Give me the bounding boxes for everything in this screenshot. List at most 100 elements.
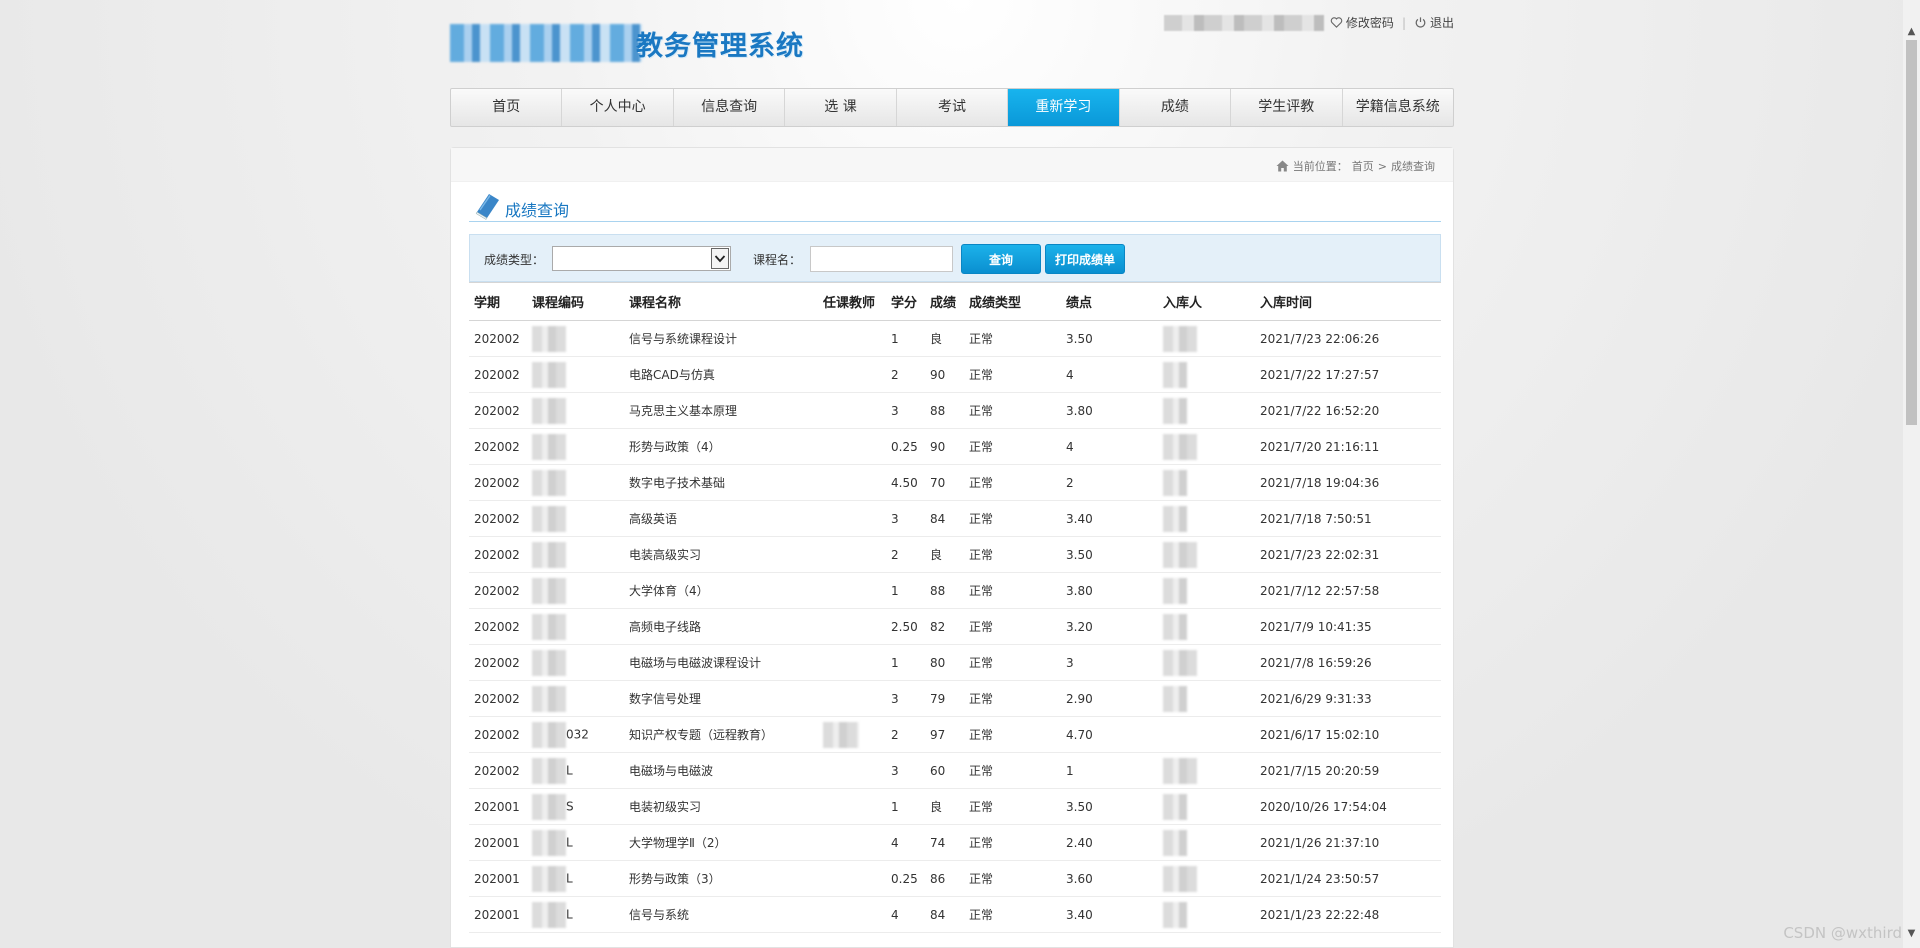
breadcrumb-current: 成绩查询: [1391, 160, 1435, 173]
cell-score: 88: [925, 572, 964, 609]
cell-course-name: 高级英语: [624, 500, 818, 537]
scroll-down-icon[interactable]: ▼: [1906, 928, 1917, 940]
cell-term: 202002: [469, 680, 527, 717]
redacted-entered-by: [1163, 325, 1197, 352]
print-transcript-button[interactable]: 打印成绩单: [1045, 244, 1125, 274]
cell-entry-time: 2021/1/26 21:37:10: [1255, 824, 1441, 861]
redacted-code: [532, 577, 566, 604]
col-gpa: 绩点: [1061, 282, 1158, 321]
course-name-input[interactable]: [810, 246, 953, 272]
change-password-link[interactable]: 修改密码: [1330, 14, 1394, 31]
cell-entry-time: 2021/1/24 23:50:57: [1255, 860, 1441, 897]
cell-course-name: 数字信号处理: [624, 680, 818, 717]
col-term: 学期: [469, 282, 527, 321]
cell-entered-by: [1158, 680, 1255, 717]
cell-score: 良: [925, 536, 964, 573]
nav-relearn[interactable]: 重新学习: [1008, 89, 1120, 126]
cell-credit: 3: [886, 752, 925, 789]
scrollbar-thumb[interactable]: [1906, 40, 1917, 425]
table-body: 202002 信号与系统课程设计 1 良正常 3.50 2021/7/23 22:06:2…: [469, 320, 1441, 933]
cell-entered-by: [1158, 572, 1255, 609]
table-row: 202002 高级英语 3 84 正常 3.40 2021/7/18 7:50:51: [469, 500, 1441, 537]
cell-course-name: 大学物理学Ⅱ（2）: [624, 824, 818, 861]
cell-course-name: 大学体育（4）: [624, 572, 818, 609]
redacted-code: [532, 505, 566, 532]
cell-course-code: [527, 680, 624, 717]
redacted-code: [532, 865, 566, 892]
cell-entry-time: 2021/7/18 19:04:36: [1255, 464, 1441, 501]
cell-term: 202002: [469, 356, 527, 393]
nav-course-selection[interactable]: 选 课: [785, 89, 897, 126]
scroll-up-icon[interactable]: ▲: [1906, 26, 1917, 38]
nav-exam[interactable]: 考试: [897, 89, 1009, 126]
cell-credit: 2: [886, 716, 925, 753]
logout-label: 退出: [1429, 16, 1454, 30]
cell-gpa: 2.40: [1061, 824, 1158, 861]
table-row: 202002 马克思主义基本原理 3 88 正常 3.80 2021/7/22 16:52:…: [469, 392, 1441, 429]
main-nav: 首页 个人中心 信息查询 选 课 考试 重新学习 成绩 学生评教 学籍信息系统: [450, 88, 1454, 127]
vertical-scrollbar[interactable]: ▲ ▼: [1903, 0, 1920, 948]
cell-teacher: [818, 392, 886, 429]
cell-entered-by: [1158, 500, 1255, 537]
cell-entry-time: 2021/7/23 22:02:31: [1255, 536, 1441, 573]
cell-score: 90: [925, 428, 964, 465]
cell-course-name: 形势与政策（3）: [624, 860, 818, 897]
cell-credit: 1: [886, 644, 925, 681]
redacted-code: [532, 361, 566, 388]
home-icon: [1276, 160, 1289, 172]
cell-teacher: [818, 608, 886, 645]
redacted-code: [532, 613, 566, 640]
col-course-code: 课程编码: [527, 282, 624, 321]
course-name-label: 课程名：: [753, 253, 802, 267]
nav-grades[interactable]: 成绩: [1120, 89, 1232, 126]
cell-course-code: [527, 428, 624, 465]
cell-course-name: 马克思主义基本原理: [624, 392, 818, 429]
cell-entered-by: [1158, 788, 1255, 825]
breadcrumb-home[interactable]: 首页: [1352, 158, 1374, 174]
logout-link[interactable]: 退出: [1414, 14, 1454, 31]
cell-gpa: 4: [1061, 356, 1158, 393]
redacted-code: [532, 685, 566, 712]
cell-score: 74: [925, 824, 964, 861]
cell-credit: 2: [886, 536, 925, 573]
cell-grade-type: 正常: [964, 464, 1061, 501]
cell-entered-by: [1158, 896, 1255, 933]
redacted-entered-by: [1163, 505, 1187, 532]
cell-course-code: [527, 392, 624, 429]
table-row: 202002 电磁场与电磁波课程设计 1 80 正常 3 2021/7/8 16:59:26: [469, 644, 1441, 681]
cell-entered-by: [1158, 536, 1255, 573]
nav-teaching-evaluation[interactable]: 学生评教: [1231, 89, 1343, 126]
nav-home[interactable]: 首页: [451, 89, 563, 126]
redacted-code: [532, 721, 566, 748]
breadcrumb: 当前位置： 首页 > 成绩查询: [1276, 158, 1435, 174]
nav-info-query[interactable]: 信息查询: [674, 89, 786, 126]
cell-gpa: 3.50: [1061, 536, 1158, 573]
redacted-code: [532, 325, 566, 352]
grade-type-select[interactable]: [552, 246, 731, 271]
cell-teacher: [818, 500, 886, 537]
cell-score: 86: [925, 860, 964, 897]
cell-entered-by: [1158, 464, 1255, 501]
cell-entry-time: 2021/7/8 16:59:26: [1255, 644, 1441, 681]
chevron-down-icon[interactable]: [711, 248, 729, 269]
cell-course-code: L: [527, 824, 624, 861]
cell-term: 202002: [469, 320, 527, 357]
redacted-entered-by: [1163, 541, 1197, 568]
nav-student-status[interactable]: 学籍信息系统: [1343, 89, 1453, 126]
cell-teacher: [818, 572, 886, 609]
cell-term: 202002: [469, 500, 527, 537]
redacted-entered-by: [1163, 433, 1197, 460]
cell-credit: 2: [886, 356, 925, 393]
nav-personal-center[interactable]: 个人中心: [562, 89, 674, 126]
cell-course-code: S: [527, 788, 624, 825]
table-row: 202001 L 大学物理学Ⅱ（2） 4 74 正常 2.40 2021/1/26 21:37…: [469, 824, 1441, 861]
header: 教务管理系统 修改密码 | 退出: [450, 0, 1454, 88]
query-button[interactable]: 查询: [961, 244, 1041, 274]
cell-course-code: L: [527, 860, 624, 897]
breadcrumb-bar: 当前位置： 首页 > 成绩查询: [451, 148, 1453, 182]
redacted-code: [532, 541, 566, 568]
col-score: 成绩: [925, 282, 964, 321]
cell-grade-type: 正常: [964, 680, 1061, 717]
cell-course-name: 信号与系统: [624, 896, 818, 933]
col-course-name: 课程名称: [624, 282, 818, 321]
